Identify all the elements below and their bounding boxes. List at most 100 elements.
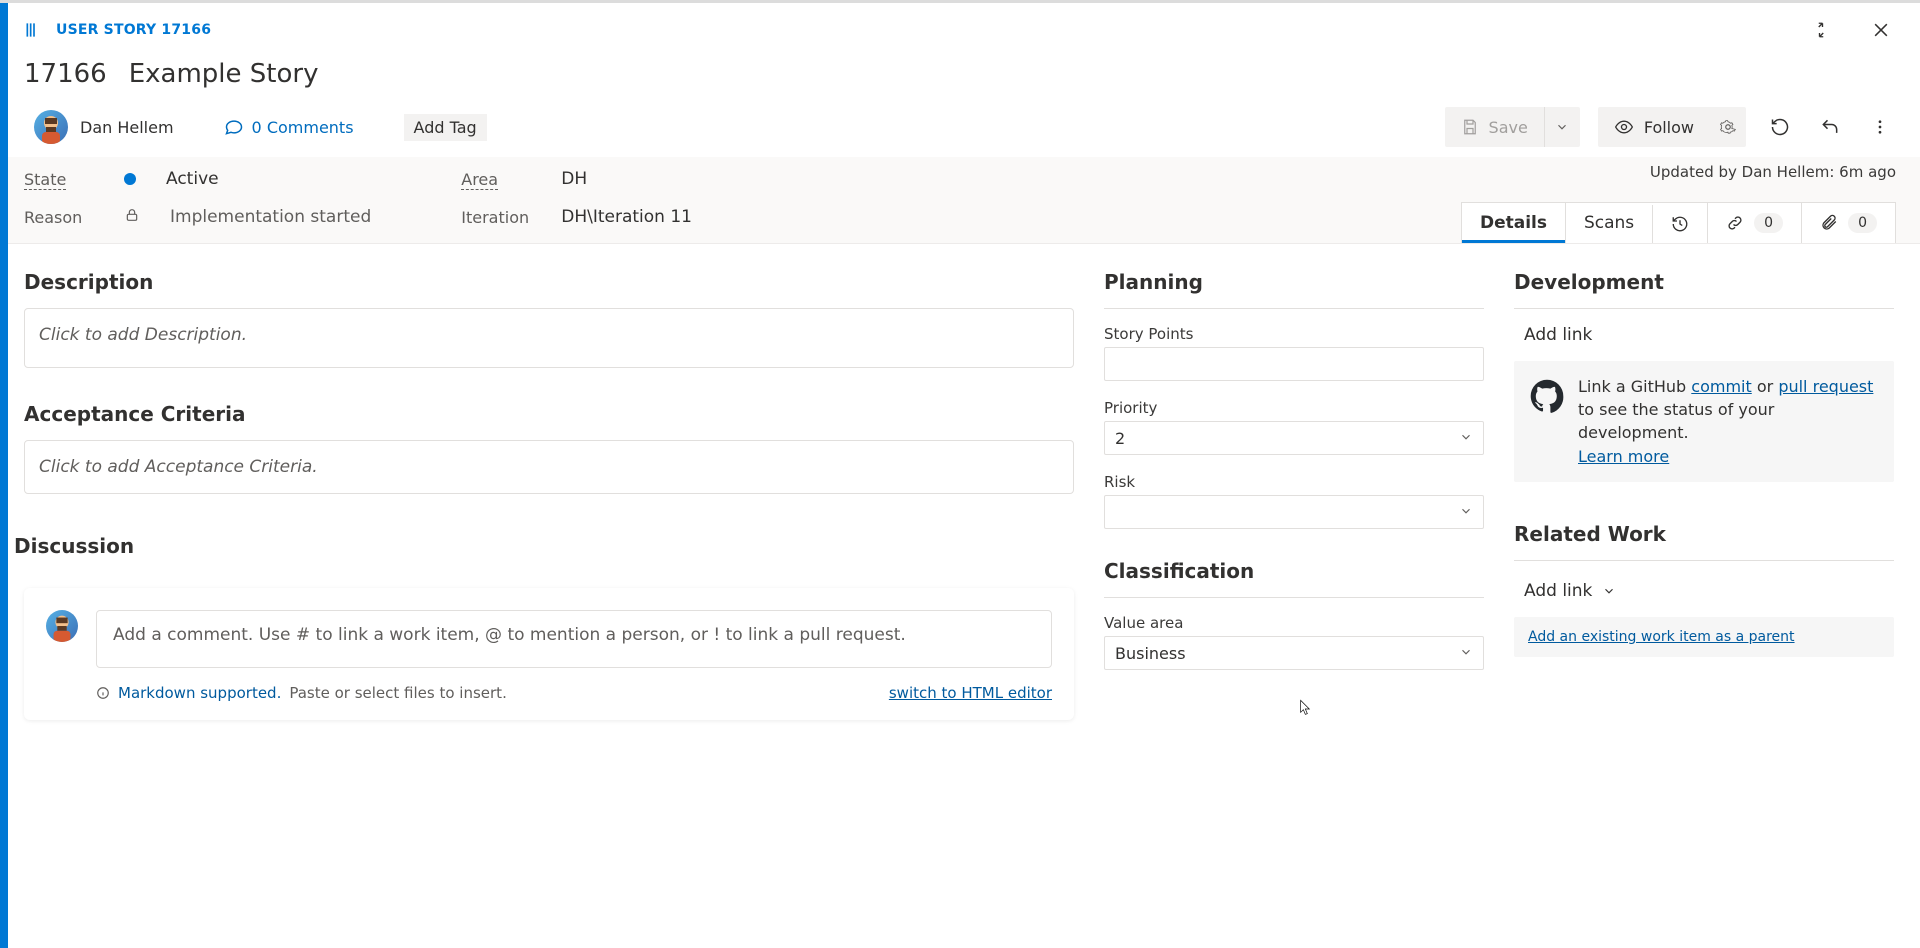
- area-label: Area: [461, 170, 498, 190]
- discussion-heading: Discussion: [14, 534, 1074, 558]
- tab-links[interactable]: 0: [1707, 203, 1801, 243]
- work-item-id: 17166: [24, 59, 107, 89]
- github-msg-post: to see the status of your development.: [1578, 400, 1774, 442]
- state-bar: State Active Reason Implementation start…: [0, 157, 1920, 244]
- reason-label: Reason: [24, 208, 94, 227]
- planning-column: Planning Story Points Priority 2 Risk Cl…: [1104, 270, 1484, 720]
- work-item-title[interactable]: Example Story: [129, 59, 319, 89]
- learn-more-link[interactable]: Learn more: [1578, 447, 1669, 466]
- add-link-dropdown[interactable]: Add link: [1514, 577, 1894, 605]
- risk-select[interactable]: [1104, 495, 1484, 529]
- comments-count: 0 Comments: [252, 118, 354, 137]
- divider: [1104, 597, 1484, 598]
- markdown-tail: Paste or select files to insert.: [289, 684, 507, 702]
- close-button[interactable]: [1862, 11, 1900, 49]
- user-story-icon: [24, 20, 44, 40]
- tab-history[interactable]: [1652, 205, 1707, 243]
- state-value: Active: [166, 169, 219, 189]
- tab-details[interactable]: Details: [1462, 203, 1565, 243]
- attach-count: 0: [1848, 213, 1877, 233]
- reason-value: Implementation started: [170, 207, 371, 227]
- priority-label: Priority: [1104, 399, 1484, 417]
- follow-settings[interactable]: [1710, 107, 1746, 147]
- restore-window-button[interactable]: [1802, 11, 1840, 49]
- priority-value: 2: [1115, 429, 1125, 448]
- chevron-down-icon: [1459, 644, 1473, 663]
- assignee-name: Dan Hellem: [80, 118, 174, 137]
- divider: [1514, 308, 1894, 309]
- tab-attachments[interactable]: 0: [1801, 203, 1895, 243]
- github-or: or: [1752, 377, 1779, 396]
- classification-heading: Classification: [1104, 559, 1484, 583]
- avatar: [46, 610, 78, 642]
- priority-select[interactable]: 2: [1104, 421, 1484, 455]
- area-field[interactable]: Area DH: [461, 169, 692, 189]
- related-work-heading: Related Work: [1514, 522, 1894, 546]
- story-points-input[interactable]: [1104, 347, 1484, 381]
- add-tag-button[interactable]: Add Tag: [404, 114, 487, 141]
- iteration-field[interactable]: Iteration DH\Iteration 11: [461, 207, 692, 227]
- value-area-label: Value area: [1104, 614, 1484, 632]
- comments-link[interactable]: 0 Comments: [224, 117, 354, 137]
- accent-stripe: [0, 3, 8, 948]
- avatar: [34, 110, 68, 144]
- development-heading: Development: [1514, 270, 1894, 294]
- work-item-tabs: Details Scans 0 0: [1461, 202, 1896, 243]
- risk-label: Risk: [1104, 473, 1484, 491]
- markdown-link[interactable]: Markdown supported.: [118, 684, 281, 702]
- info-icon: [96, 686, 110, 700]
- refresh-button[interactable]: [1764, 111, 1796, 143]
- chevron-down-icon: [1459, 429, 1473, 448]
- lock-icon: [124, 207, 140, 227]
- divider: [1104, 308, 1484, 309]
- description-editor[interactable]: Click to add Description.: [24, 308, 1074, 368]
- development-column: Development Add link Link a GitHub commi…: [1514, 270, 1894, 720]
- links-count: 0: [1754, 213, 1783, 233]
- work-item-type-label: USER STORY 17166: [56, 22, 211, 38]
- comment-input[interactable]: Add a comment. Use # to link a work item…: [96, 610, 1052, 668]
- follow-button[interactable]: Follow: [1598, 107, 1710, 147]
- github-msg-pre: Link a GitHub: [1578, 377, 1691, 396]
- state-dot-icon: [124, 173, 136, 185]
- work-item-header: 17166 Example Story: [0, 53, 1920, 99]
- iteration-label: Iteration: [461, 208, 531, 227]
- assigned-to[interactable]: Dan Hellem: [34, 110, 174, 144]
- follow-label: Follow: [1644, 118, 1694, 137]
- description-heading: Description: [24, 270, 1074, 294]
- add-link-heading[interactable]: Add link: [1514, 325, 1894, 355]
- window-title-row: USER STORY 17166: [0, 3, 1920, 53]
- save-label: Save: [1489, 118, 1528, 137]
- value-area-value: Business: [1115, 644, 1186, 663]
- state-label: State: [24, 170, 66, 190]
- github-hint-card: Link a GitHub commit or pull request to …: [1514, 361, 1894, 482]
- discussion-card: Add a comment. Use # to link a work item…: [24, 588, 1074, 720]
- follow-split-button[interactable]: Follow: [1598, 107, 1746, 147]
- reason-field[interactable]: Reason Implementation started: [24, 207, 371, 227]
- story-points-label: Story Points: [1104, 325, 1484, 343]
- commit-link[interactable]: commit: [1691, 377, 1751, 396]
- undo-button[interactable]: [1814, 111, 1846, 143]
- github-icon: [1530, 379, 1564, 413]
- acceptance-editor[interactable]: Click to add Acceptance Criteria.: [24, 440, 1074, 494]
- acceptance-heading: Acceptance Criteria: [24, 402, 1074, 426]
- area-value: DH: [561, 169, 587, 189]
- more-actions-button[interactable]: [1864, 111, 1896, 143]
- left-column: Description Click to add Description. Ac…: [24, 270, 1074, 720]
- tab-scans[interactable]: Scans: [1565, 203, 1652, 243]
- pr-link[interactable]: pull request: [1778, 377, 1873, 396]
- add-parent-link[interactable]: Add an existing work item as a parent: [1514, 617, 1894, 657]
- planning-heading: Planning: [1104, 270, 1484, 294]
- cursor-icon: [1298, 697, 1314, 717]
- assignee-row: Dan Hellem 0 Comments Add Tag Save Follo…: [0, 99, 1920, 157]
- iteration-value: DH\Iteration 11: [561, 207, 692, 227]
- chevron-down-icon: [1602, 584, 1616, 598]
- updated-text[interactable]: Updated by Dan Hellem: 6m ago: [1650, 163, 1896, 181]
- switch-editor-link[interactable]: switch to HTML editor: [889, 684, 1052, 702]
- state-field[interactable]: State Active: [24, 169, 371, 189]
- chevron-down-icon: [1459, 503, 1473, 522]
- value-area-select[interactable]: Business: [1104, 636, 1484, 670]
- save-button[interactable]: Save: [1445, 107, 1544, 147]
- divider: [1514, 560, 1894, 561]
- save-caret[interactable]: [1544, 107, 1580, 147]
- save-split-button[interactable]: Save: [1445, 107, 1580, 147]
